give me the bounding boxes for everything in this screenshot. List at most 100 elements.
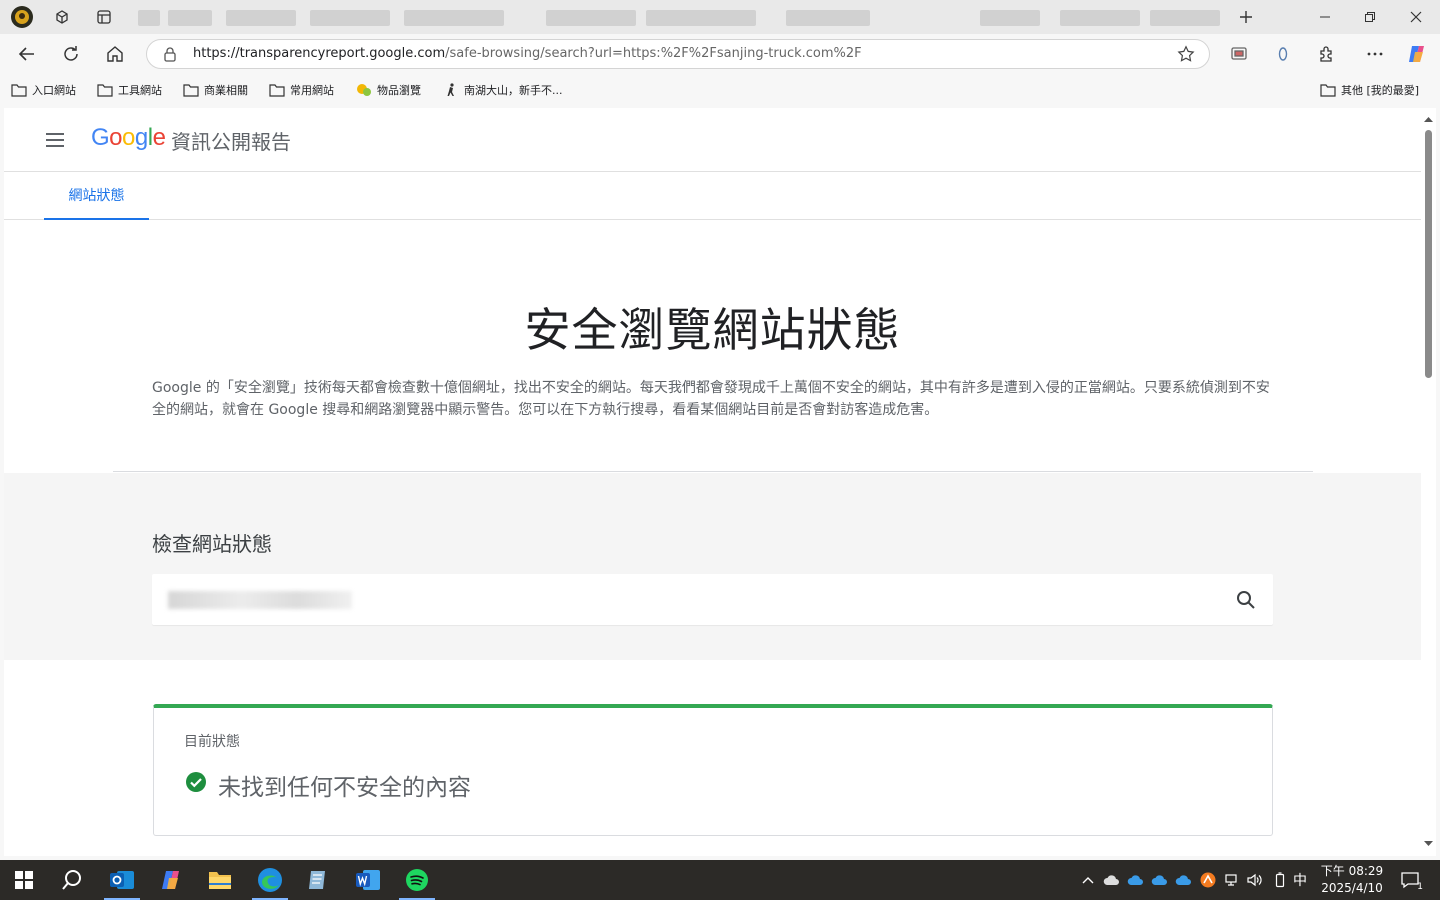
- cast-icon[interactable]: [1224, 40, 1254, 68]
- status-result: 未找到任何不安全的內容: [218, 775, 471, 801]
- page-viewport: Google 資訊公開報告 網站狀態 安全瀏覽網站狀態 Google 的「安全瀏…: [4, 108, 1421, 856]
- app-tray-icon[interactable]: [1199, 871, 1217, 889]
- bookmarks-bar: 入口網站 工具網站 商業相關 常用網站 物品瀏覽 南湖大山，新手不... 其他 …: [0, 74, 1440, 106]
- tab-item[interactable]: [1150, 10, 1220, 26]
- extension-badge-icon[interactable]: [1268, 40, 1298, 68]
- address-url[interactable]: https://transparencyreport.google.com/sa…: [193, 46, 862, 61]
- search-taskbar-button[interactable]: [48, 860, 96, 900]
- cloud-icon[interactable]: [1103, 871, 1121, 889]
- windows-taskbar: 中 下午 08:29 2025/4/10 1: [0, 860, 1440, 900]
- menu-icon[interactable]: [46, 128, 70, 152]
- network-icon[interactable]: [1223, 871, 1241, 889]
- scroll-up-icon[interactable]: [1424, 116, 1433, 122]
- tab-item[interactable]: [404, 10, 504, 26]
- outlook-app[interactable]: [98, 860, 146, 900]
- hiker-icon: [447, 83, 454, 96]
- extensions-icon[interactable]: [1312, 40, 1342, 68]
- bookmark-item-browse[interactable]: 物品瀏覽: [356, 82, 421, 98]
- tab-item[interactable]: [546, 10, 636, 26]
- site-search-input[interactable]: [152, 574, 1273, 625]
- restore-button[interactable]: [1348, 4, 1392, 30]
- folder-icon: [209, 872, 231, 889]
- site-title[interactable]: 資訊公開報告: [171, 126, 291, 155]
- outlook-icon: [110, 871, 134, 889]
- tab-item[interactable]: [1060, 10, 1140, 26]
- search-icon[interactable]: [1235, 589, 1257, 615]
- scroll-down-icon[interactable]: [1424, 841, 1433, 847]
- scroll-thumb[interactable]: [1425, 130, 1432, 378]
- folder-icon: [1320, 84, 1336, 97]
- check-circle-icon: [185, 771, 207, 797]
- close-window-button[interactable]: [1394, 4, 1438, 30]
- more-menu-icon[interactable]: [1360, 40, 1390, 68]
- reload-button[interactable]: [56, 40, 86, 68]
- clock-time: 下午 08:29: [1320, 864, 1384, 878]
- page-description: Google 的「安全瀏覽」技術每天都會檢查數十億個網址，找出不安全的網站。每天…: [152, 380, 1270, 418]
- tab-item[interactable]: [168, 10, 212, 26]
- search-heading: 檢查網站狀態: [152, 532, 272, 556]
- bookmark-folder-portal[interactable]: 入口網站: [11, 82, 76, 98]
- bookmark-item-hiking[interactable]: 南湖大山，新手不...: [443, 82, 563, 98]
- home-button[interactable]: [100, 40, 130, 68]
- site-header: Google 資訊公開報告: [4, 108, 1421, 172]
- folder-icon: [11, 84, 27, 97]
- search-section: 檢查網站狀態: [4, 473, 1421, 660]
- section-divider: [113, 471, 1313, 472]
- word-app[interactable]: [344, 860, 392, 900]
- spotify-app[interactable]: [393, 860, 441, 900]
- lock-icon[interactable]: [163, 46, 177, 66]
- notification-center-button[interactable]: 1: [1399, 871, 1423, 892]
- copilot-app[interactable]: [148, 860, 196, 900]
- word-icon: [356, 870, 380, 890]
- onedrive-icon[interactable]: [1127, 871, 1145, 889]
- copilot-icon: [162, 871, 179, 889]
- bookmark-folder-other[interactable]: 其他 [我的最愛]: [1320, 82, 1419, 98]
- tab-item[interactable]: [646, 10, 756, 26]
- browser-toolbar: https://transparencyreport.google.com/sa…: [0, 34, 1440, 74]
- bookmark-folder-common[interactable]: 常用網站: [269, 82, 334, 98]
- notification-count: 1: [1417, 882, 1423, 892]
- notepad-icon: [309, 871, 325, 889]
- edge-icon: [258, 868, 282, 892]
- ime-indicator[interactable]: 中: [1293, 870, 1307, 890]
- browser-tab-bar: [0, 0, 1440, 34]
- new-tab-button[interactable]: [1232, 4, 1260, 30]
- bookmark-folder-tools[interactable]: 工具網站: [97, 82, 162, 98]
- copilot-icon[interactable]: [1402, 40, 1432, 68]
- minimize-button[interactable]: [1303, 4, 1347, 30]
- tab-item[interactable]: [310, 10, 390, 26]
- favorite-star-icon[interactable]: [1177, 45, 1195, 67]
- status-card: 目前狀態 未找到任何不安全的內容: [153, 704, 1273, 836]
- status-label: 目前狀態: [184, 734, 240, 750]
- google-logo[interactable]: Google: [91, 124, 166, 152]
- onedrive-icon[interactable]: [1175, 871, 1193, 889]
- edge-app[interactable]: [246, 860, 294, 900]
- search-icon: [62, 870, 81, 890]
- file-explorer-app[interactable]: [196, 860, 244, 900]
- taskbar-clock[interactable]: 下午 08:29 2025/4/10: [1318, 863, 1386, 897]
- tab-site-status[interactable]: 網站狀態: [44, 172, 149, 220]
- battery-icon[interactable]: [1271, 871, 1289, 889]
- notes-app[interactable]: [294, 860, 342, 900]
- search-input-value-redacted: [168, 591, 352, 609]
- start-button[interactable]: [0, 860, 48, 900]
- volume-icon[interactable]: [1245, 871, 1263, 889]
- page-title: 安全瀏覽網站狀態: [524, 303, 901, 357]
- onedrive-icon[interactable]: [1151, 871, 1169, 889]
- folder-icon: [183, 84, 199, 97]
- tab-favicon[interactable]: [138, 10, 160, 26]
- bookmark-folder-business[interactable]: 商業相關: [183, 82, 248, 98]
- page-scrollbar[interactable]: [1421, 108, 1436, 856]
- site-favicon-icon: [357, 84, 371, 96]
- tab-item[interactable]: [786, 10, 870, 26]
- show-hidden-icons-button[interactable]: [1079, 871, 1097, 889]
- folder-icon: [97, 84, 113, 97]
- folder-icon: [269, 84, 285, 97]
- address-bar[interactable]: https://transparencyreport.google.com/sa…: [146, 39, 1210, 69]
- tab-item[interactable]: [226, 10, 296, 26]
- profile-avatar[interactable]: [8, 4, 36, 30]
- tab-item[interactable]: [980, 10, 1040, 26]
- workspaces-icon[interactable]: [48, 4, 76, 30]
- back-button[interactable]: [12, 40, 42, 68]
- tab-actions-icon[interactable]: [90, 4, 118, 30]
